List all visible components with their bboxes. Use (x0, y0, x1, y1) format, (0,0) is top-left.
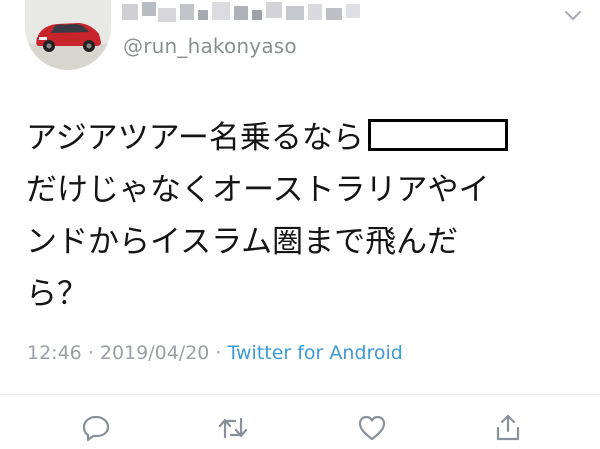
share-button[interactable] (491, 411, 525, 445)
tweet-text-line-3: ンドからイスラム圏まで飛んだ (26, 224, 459, 260)
car-photo-icon (25, 0, 111, 70)
chevron-down-icon[interactable] (562, 6, 584, 24)
user-handle[interactable]: @run_hakonyaso (123, 34, 297, 58)
reply-button[interactable] (79, 411, 113, 445)
action-bar (0, 405, 600, 449)
heart-icon (358, 415, 386, 441)
divider (0, 394, 600, 395)
tweet-text-line-2: だけじゃなくオーストラリアやイ (26, 172, 490, 208)
like-button[interactable] (355, 411, 389, 445)
tweet-text-line-1: アジアツアー名乗るなら (26, 112, 574, 164)
tweet-source-link[interactable]: Twitter for Android (228, 342, 403, 364)
redacted-box (367, 119, 508, 151)
retweet-button[interactable] (216, 411, 250, 445)
tweet-meta: 12:46 · 2019/04/20 · Twitter for Android (27, 342, 403, 364)
retweet-icon (218, 417, 248, 439)
avatar[interactable] (25, 0, 111, 70)
tweet-card: @run_hakonyaso アジアツアー名乗るなら だけじゃなくオーストラリア… (0, 0, 600, 449)
reply-icon (82, 415, 110, 442)
share-icon (496, 414, 520, 441)
tweet-text: アジアツアー名乗るなら だけじゃなくオーストラリアやイ ンドからイスラム圏まで飛… (26, 112, 574, 320)
display-name-redacted (122, 2, 360, 22)
tweet-timestamp: 12:46 · 2019/04/20 · (27, 342, 228, 364)
tweet-text-line-4: ら？ (26, 276, 88, 312)
